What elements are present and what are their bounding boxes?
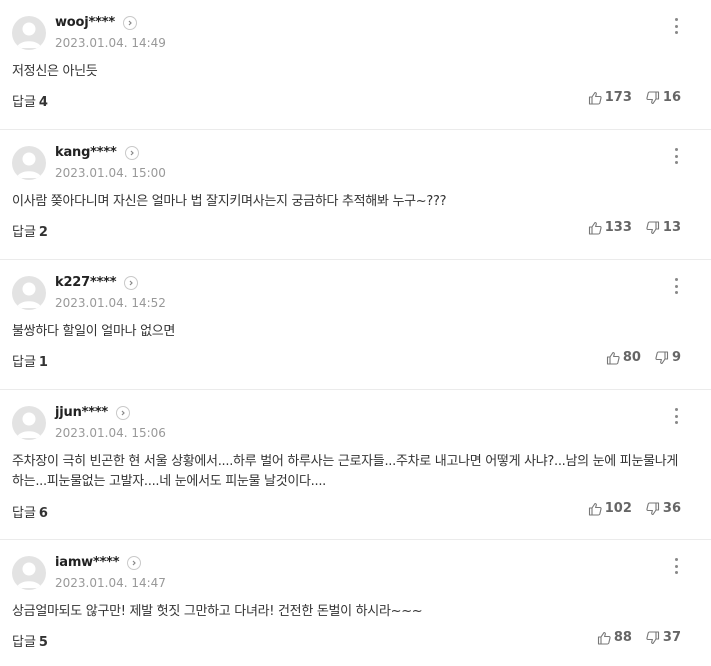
reply-label: 답글: [12, 95, 36, 110]
like-button[interactable]: 173: [588, 90, 632, 105]
default-avatar-icon: [17, 562, 41, 588]
more-options-button[interactable]: [671, 276, 681, 296]
more-options-button[interactable]: [671, 146, 681, 166]
reply-button[interactable]: 답글 1: [12, 351, 48, 370]
default-avatar-icon: [17, 152, 41, 178]
thumbs-up-icon: [588, 221, 602, 235]
chevron-right-icon: [129, 280, 134, 285]
comment-date: 2023.01.04. 14:47: [55, 576, 166, 590]
comment-text: 주차장이 극히 빈곤한 현 서울 상황에서....하루 벌어 하루사는 근로자들…: [12, 454, 679, 489]
comment-date: 2023.01.04. 15:06: [55, 426, 166, 440]
author-nickname[interactable]: iamw****: [55, 555, 120, 570]
reply-label: 답글: [12, 506, 36, 521]
reactions: 88 37: [597, 630, 681, 645]
thumbs-up-icon: [588, 91, 602, 105]
comment-item: k227**** 2023.01.04. 14:52 불쌍하다 할일이 얼마나 …: [0, 260, 711, 390]
dislike-button[interactable]: 36: [646, 501, 681, 516]
chevron-right-icon: [121, 410, 125, 415]
comment-date: 2023.01.04. 14:49: [55, 36, 166, 50]
thumbs-up-icon: [588, 502, 602, 516]
reply-count: 6: [38, 506, 48, 521]
comment-text: 이사람 쫒아다니며 자신은 얼마나 법 잘지키며사는지 궁금하다 추적해봐 누구…: [12, 194, 447, 209]
reply-label: 답글: [12, 225, 36, 240]
default-avatar-icon: [17, 282, 41, 308]
comment-text: 상금얼마되도 않구만! 제발 헛짓 그만하고 다녀라! 건전한 돈벌이 하시라~…: [12, 604, 423, 619]
author-nickname[interactable]: jjun****: [55, 405, 108, 420]
reply-button[interactable]: 답글 5: [12, 631, 48, 650]
reply-button[interactable]: 답글 2: [12, 221, 48, 240]
like-count: 173: [604, 90, 632, 105]
reply-count: 1: [38, 355, 48, 370]
reactions: 173 16: [588, 90, 681, 105]
dislike-count: 36: [662, 501, 681, 516]
reactions: 133 13: [588, 220, 681, 235]
reply-count: 5: [38, 635, 48, 650]
more-options-button[interactable]: [671, 16, 681, 36]
thumbs-down-icon: [646, 220, 659, 234]
author-nickname[interactable]: kang****: [55, 145, 117, 160]
like-button[interactable]: 133: [588, 220, 632, 235]
like-count: 88: [613, 630, 632, 645]
like-count: 133: [604, 220, 632, 235]
thumbs-down-icon: [646, 90, 659, 104]
avatar[interactable]: [12, 146, 46, 180]
chevron-right-icon: [130, 150, 134, 155]
like-button[interactable]: 88: [597, 630, 632, 645]
dislike-button[interactable]: 16: [646, 90, 681, 105]
like-button[interactable]: 102: [588, 501, 632, 516]
more-options-button[interactable]: [671, 406, 681, 426]
profile-arrow-button[interactable]: [127, 555, 142, 570]
dislike-button[interactable]: 37: [646, 630, 681, 645]
like-count: 80: [622, 350, 641, 365]
dislike-count: 16: [662, 90, 681, 105]
comment-item: jjun**** 2023.01.04. 15:06 주차장이 극히 빈곤한 현…: [0, 390, 711, 540]
reply-label: 답글: [12, 635, 36, 650]
comment-text: 불쌍하다 할일이 얼마나 없으면: [12, 324, 176, 339]
thumbs-up-icon: [606, 351, 620, 365]
dislike-count: 13: [662, 220, 681, 235]
comment-item: iamw**** 2023.01.04. 14:47 상금얼마되도 않구만! 제…: [0, 540, 711, 666]
reply-label: 답글: [12, 355, 36, 370]
like-button[interactable]: 80: [606, 350, 641, 365]
comment-item: kang**** 2023.01.04. 15:00 이사람 쫒아다니며 자신은…: [0, 130, 711, 260]
comment-list: wooj**** 2023.01.04. 14:49 저정신은 아닌듯 답글 4 …: [0, 0, 711, 666]
dislike-count: 9: [671, 350, 681, 365]
reply-count: 2: [38, 225, 48, 240]
avatar[interactable]: [12, 16, 46, 50]
reactions: 102 36: [588, 501, 681, 516]
reactions: 80 9: [606, 350, 681, 365]
comment-text: 저정신은 아닌듯: [12, 64, 98, 79]
dislike-button[interactable]: 9: [655, 350, 681, 365]
reply-button[interactable]: 답글 4: [12, 91, 48, 110]
avatar[interactable]: [12, 556, 46, 590]
profile-arrow-button[interactable]: [124, 275, 139, 290]
author-nickname[interactable]: k227****: [55, 275, 117, 290]
comment-date: 2023.01.04. 14:52: [55, 296, 166, 310]
thumbs-down-icon: [646, 630, 659, 644]
author-nickname[interactable]: wooj****: [55, 15, 115, 30]
thumbs-up-icon: [597, 631, 611, 645]
avatar[interactable]: [12, 276, 46, 310]
like-count: 102: [604, 501, 632, 516]
dislike-button[interactable]: 13: [646, 220, 681, 235]
avatar[interactable]: [12, 406, 46, 440]
reply-count: 4: [38, 95, 48, 110]
thumbs-down-icon: [646, 501, 659, 515]
more-options-button[interactable]: [671, 556, 681, 576]
dislike-count: 37: [662, 630, 681, 645]
chevron-right-icon: [132, 560, 137, 565]
default-avatar-icon: [17, 412, 41, 438]
default-avatar-icon: [17, 22, 41, 48]
reply-button[interactable]: 답글 6: [12, 502, 48, 521]
profile-arrow-button[interactable]: [116, 405, 131, 420]
comment-item: wooj**** 2023.01.04. 14:49 저정신은 아닌듯 답글 4 …: [0, 0, 711, 130]
profile-arrow-button[interactable]: [122, 15, 137, 30]
chevron-right-icon: [128, 20, 132, 25]
thumbs-down-icon: [655, 350, 669, 364]
comment-date: 2023.01.04. 15:00: [55, 166, 166, 180]
profile-arrow-button[interactable]: [124, 145, 139, 160]
